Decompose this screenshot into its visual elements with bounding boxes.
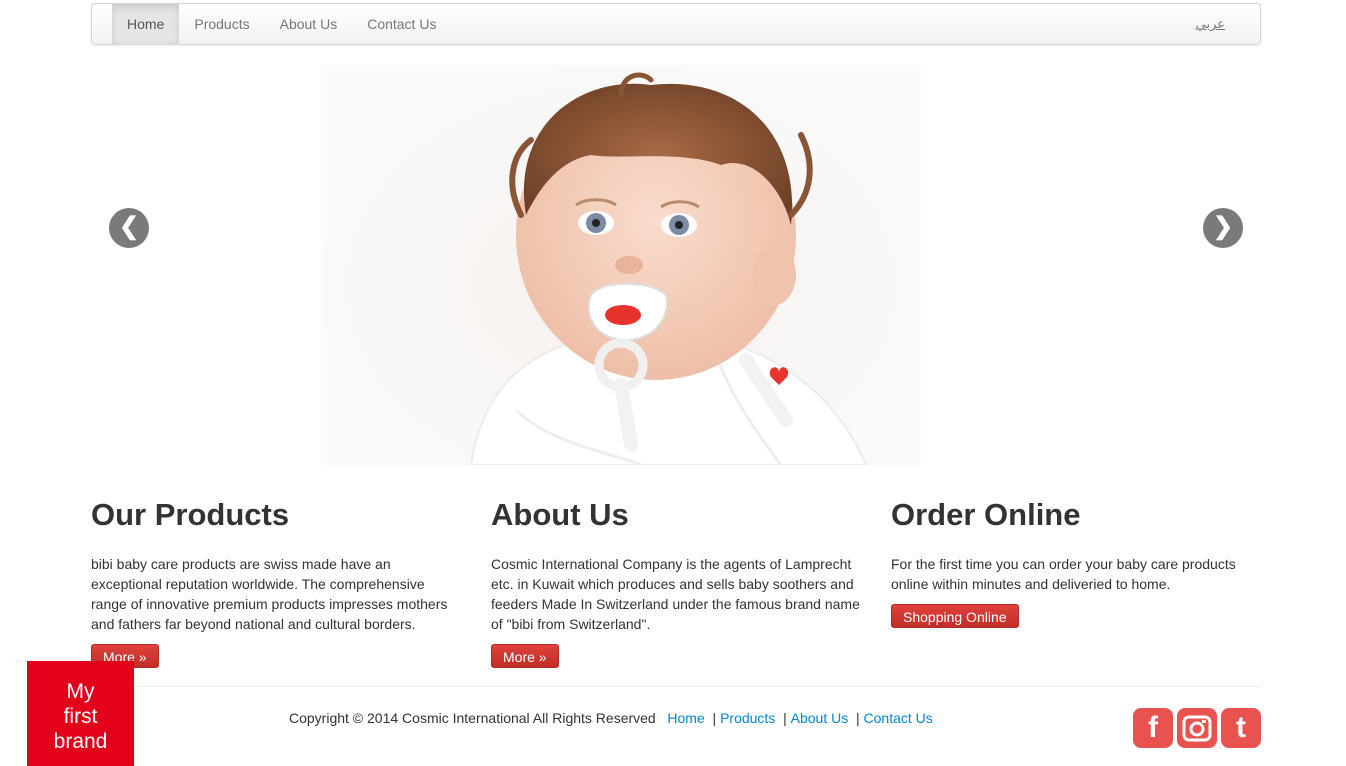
footer-link-contact[interactable]: Contact Us — [864, 710, 933, 726]
copyright-text: Copyright © 2014 Cosmic International Al… — [289, 710, 656, 726]
brand-line: My — [66, 680, 95, 703]
section-about-us: About Us Cosmic International Company is… — [491, 497, 861, 668]
hero-slide-image — [321, 65, 921, 465]
about-more-button[interactable]: More » — [491, 644, 559, 668]
nav-home[interactable]: Home — [112, 4, 180, 44]
nav-about[interactable]: About Us — [265, 4, 353, 44]
facebook-icon[interactable]: f — [1133, 708, 1173, 748]
my-first-brand-badge[interactable]: My first brand — [27, 661, 134, 766]
shopping-online-button[interactable]: Shopping Online — [891, 604, 1019, 628]
section-title: About Us — [491, 497, 629, 532]
nav-products[interactable]: Products — [179, 4, 264, 44]
footer: Copyright © 2014 Cosmic International Al… — [289, 710, 933, 726]
instagram-icon[interactable] — [1177, 708, 1217, 748]
section-title: Order Online — [891, 497, 1081, 532]
section-body: For the first time you can order your ba… — [891, 556, 1236, 592]
carousel-prev-button[interactable]: ❮ — [109, 208, 149, 248]
carousel-next-button[interactable]: ❯ — [1203, 208, 1243, 248]
section-our-products: Our Products bibi baby care products are… — [91, 497, 461, 668]
footer-link-about[interactable]: About Us — [791, 710, 849, 726]
baby-with-pacifier-image — [469, 72, 868, 465]
brand-line: brand — [53, 730, 108, 753]
hero-carousel: ❮ ❯ — [91, 65, 1261, 465]
section-body: Cosmic International Company is the agen… — [491, 556, 860, 632]
section-order-online: Order Online For the first time you can … — [891, 497, 1261, 628]
nav-menu: Home Products About Us Contact Us — [112, 4, 451, 44]
brand-line: first — [63, 705, 98, 728]
section-title: Our Products — [91, 497, 290, 532]
section-body: bibi baby care products are swiss made h… — [91, 556, 448, 632]
camera-glyph — [1182, 715, 1212, 742]
top-navbar: Home Products About Us Contact Us عربي — [91, 3, 1261, 45]
nav-contact[interactable]: Contact Us — [352, 4, 451, 44]
footer-link-products[interactable]: Products — [720, 710, 775, 726]
language-switch-arabic[interactable]: عربي — [1196, 4, 1225, 44]
footer-link-home[interactable]: Home — [667, 710, 704, 726]
twitter-icon[interactable]: t — [1221, 708, 1261, 748]
footer-divider — [91, 686, 1261, 687]
